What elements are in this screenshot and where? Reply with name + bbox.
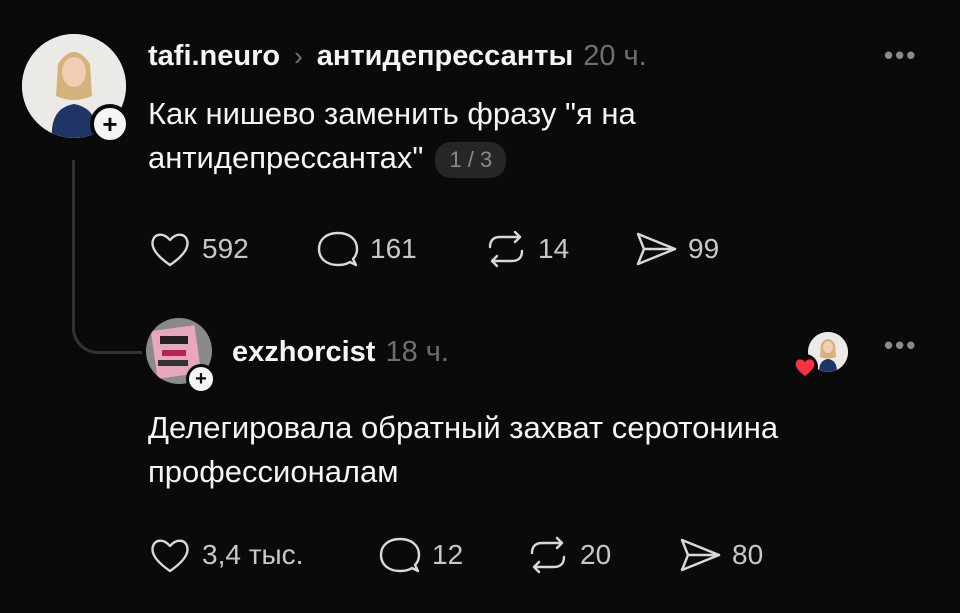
reply-like-count: 3,4 тыс. (202, 539, 304, 570)
repost-button[interactable]: 14 (484, 229, 569, 269)
reply-repost-button[interactable]: 20 (526, 535, 611, 575)
heart-icon (151, 539, 189, 573)
follow-button[interactable]: + (90, 104, 130, 144)
post-time: 20 ч. (583, 40, 647, 72)
reply-repost-count: 20 (580, 539, 612, 570)
repost-icon (488, 230, 524, 268)
like-button[interactable]: 592 (148, 229, 249, 269)
thread-line (72, 160, 142, 354)
share-icon (636, 232, 677, 266)
more-icon[interactable]: ••• (884, 40, 917, 71)
chevron-right-icon: › (294, 41, 303, 71)
heart-filled-icon (795, 359, 815, 376)
repost-count: 14 (538, 233, 570, 264)
share-button[interactable]: 99 (634, 229, 719, 269)
comment-icon (379, 537, 421, 573)
heart-icon (151, 233, 189, 267)
like-count: 592 (202, 233, 249, 264)
comment-button[interactable]: 161 (316, 229, 417, 269)
reply-share-button[interactable]: 80 (678, 535, 763, 575)
share-icon (680, 538, 721, 572)
share-count: 99 (688, 233, 720, 264)
reply-share-count: 80 (732, 539, 764, 570)
reply-text: Делегировала обратный захват серотонина … (148, 410, 779, 489)
repost-icon (530, 536, 566, 574)
post-username[interactable]: tafi.neuro (148, 40, 280, 73)
comment-icon (317, 231, 359, 267)
reply-comment-count: 12 (432, 539, 464, 570)
reply-like-button[interactable]: 3,4 тыс. (148, 535, 303, 575)
community-link[interactable]: антидепрессанты (317, 40, 573, 73)
page-indicator: 1 / 3 (435, 141, 507, 178)
reply-follow-button[interactable]: + (186, 364, 216, 394)
plus-icon: + (195, 368, 207, 390)
comment-count: 161 (370, 233, 417, 264)
reply-username[interactable]: exzhorcist (232, 336, 375, 369)
post-text-content: Как нишево заменить фразу "я на антидепр… (148, 96, 636, 175)
reply-time: 18 ч. (385, 336, 449, 368)
plus-icon: + (102, 109, 118, 139)
reply-more-icon[interactable]: ••• (884, 330, 917, 361)
reply-comment-button[interactable]: 12 (378, 535, 463, 575)
post-text: Как нишево заменить фразу "я на антидепр… (148, 92, 788, 180)
liked-badge (792, 354, 818, 380)
